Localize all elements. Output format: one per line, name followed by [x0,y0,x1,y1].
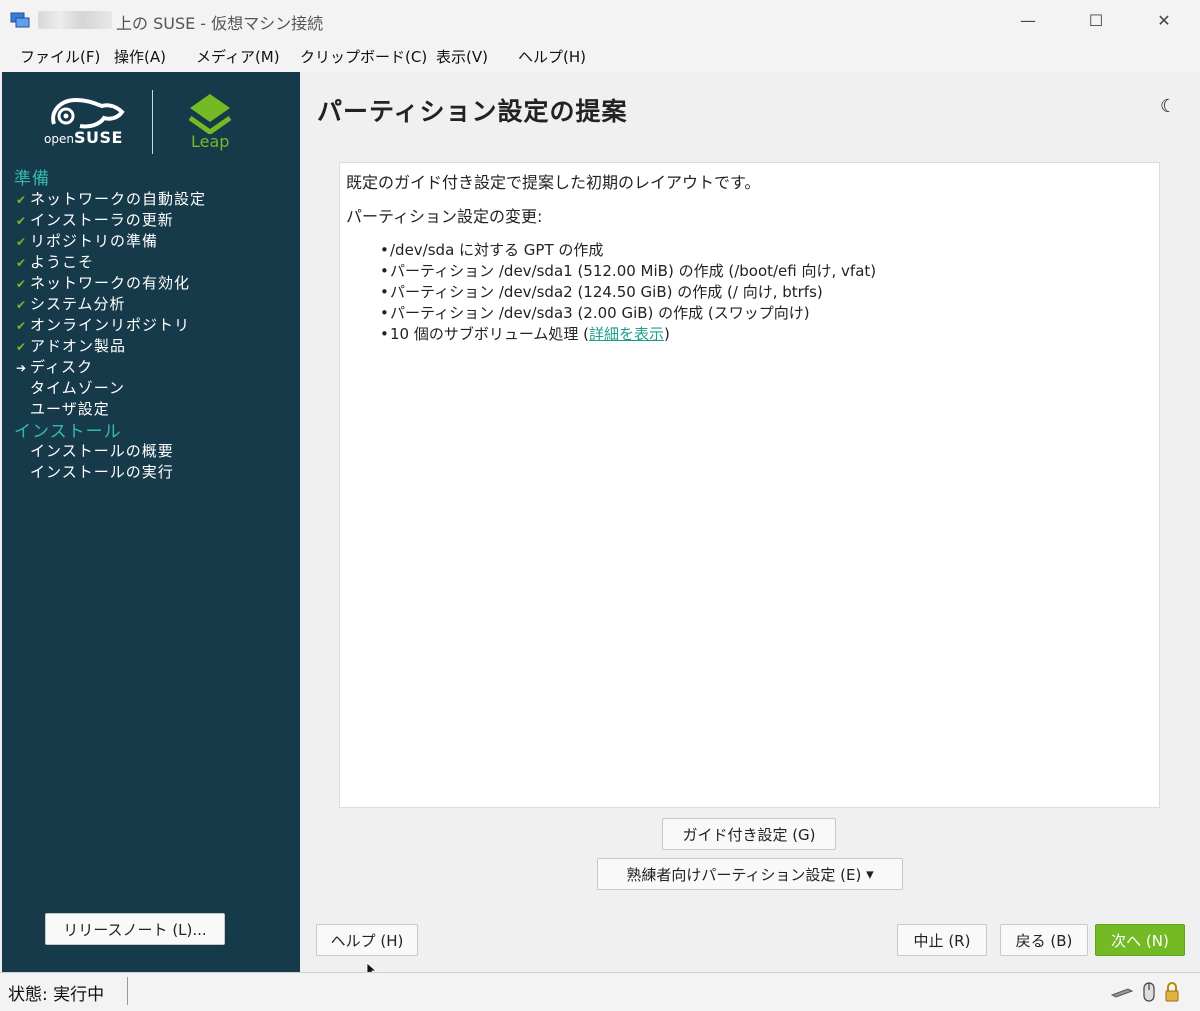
menu-view[interactable]: 表示(V) [436,46,488,67]
section-heading-prepare: 準備 [14,169,50,189]
status-bar: 状態: 実行中 [0,972,1200,1011]
minimize-button[interactable]: — [998,0,1058,40]
opensuse-chameleon-logo [51,97,125,129]
check-icon: ✔ [16,340,28,354]
menu-clipboard[interactable]: クリップボード(C) [300,46,427,67]
abort-button[interactable]: 中止 (R) [897,924,987,956]
status-text: 状態: 実行中 [8,985,105,1005]
check-icon: ✔ [16,319,28,333]
menu-media[interactable]: メディア(M) [196,46,280,67]
change-item: •パーティション /dev/sda1 (512.00 MiB) の作成 (/bo… [380,262,877,280]
menu-bar: ファイル(F) 操作(A) メディア(M) クリップボード(C) 表示(V) ヘ… [0,40,1200,72]
guided-setup-button[interactable]: ガイド付き設定 (G) [662,818,836,850]
help-button[interactable]: ヘルプ (H) [316,924,418,956]
page-title: パーティション設定の提案 [317,97,628,126]
menu-action[interactable]: 操作(A) [114,46,166,67]
changes-heading: パーティション設定の変更: [346,207,543,226]
check-icon: ✔ [16,298,28,312]
check-icon: ✔ [16,277,28,291]
check-icon: ✔ [16,235,28,249]
step-addon-products: ✔ アドオン製品 [16,337,127,355]
section-heading-install: インストール [14,422,122,442]
logo-divider [152,90,153,154]
step-install-run: インストールの実行 [30,463,174,481]
leap-logo-icon [188,94,232,134]
vm-connection-icon [10,12,30,28]
step-timezone: タイムゾーン [30,379,125,397]
theme-toggle-moon-icon[interactable]: ☾ [1160,96,1176,117]
step-network-auto: ✔ ネットワークの自動設定 [16,190,207,208]
back-button[interactable]: 戻る (B) [1000,924,1088,956]
check-icon: ✔ [16,214,28,228]
next-button[interactable]: 次へ (N) [1095,924,1185,956]
step-welcome: ✔ ようこそ [16,253,95,271]
proposal-panel: 既定のガイド付き設定で提案した初期のレイアウトです。 パーティション設定の変更:… [339,162,1160,808]
maximize-button[interactable]: ☐ [1066,0,1126,40]
menu-file[interactable]: ファイル(F) [20,46,100,67]
step-user-settings: ユーザ設定 [30,400,110,418]
opensuse-wordmark: openSUSE [44,128,123,147]
change-item-subvolumes: •10 個のサブボリューム処理 (詳細を表示) [380,325,670,343]
window-title: 上の SUSE - 仮想マシン接続 [116,14,324,33]
arrow-right-icon: ➔ [16,361,28,375]
check-icon: ✔ [16,256,28,270]
change-item: •パーティション /dev/sda3 (2.00 GiB) の作成 (スワップ向… [380,304,810,322]
step-online-repo: ✔ オンラインリポジトリ [16,316,191,334]
release-notes-button[interactable]: リリースノート (L)... [45,913,225,945]
status-divider [127,977,128,1005]
close-button[interactable]: ✕ [1134,0,1194,40]
step-installer-update: ✔ インストーラの更新 [16,211,174,229]
vm-name-redacted [38,11,112,29]
leap-wordmark: Leap [191,132,230,151]
change-item: •パーティション /dev/sda2 (124.50 GiB) の作成 (/ 向… [380,283,823,301]
keyboard-icon [1110,988,1134,998]
show-details-link[interactable]: 詳細を表示 [589,325,664,343]
dropdown-arrow-icon: ▾ [866,865,874,883]
window-titlebar: 上の SUSE - 仮想マシン接続 — ☐ ✕ [0,0,1200,40]
change-item: •/dev/sda に対する GPT の作成 [380,241,604,259]
menu-help[interactable]: ヘルプ(H) [518,46,586,67]
lock-icon [1165,982,1179,1002]
expert-partitioner-button[interactable]: 熟練者向けパーティション設定 (E) ▾ [597,858,903,890]
installer-sidebar: openSUSE Leap 準備 ✔ ネットワークの自動設定 ✔ インストーラの更新… [0,72,300,972]
proposal-intro: 既定のガイド付き設定で提案した初期のレイアウトです。 [346,173,761,192]
step-install-overview: インストールの概要 [30,442,174,460]
step-disk-current: ➔ ディスク [16,358,93,376]
step-system-analysis: ✔ システム分析 [16,295,126,313]
check-icon: ✔ [16,193,28,207]
mouse-icon [1143,982,1155,1002]
step-network-enable: ✔ ネットワークの有効化 [16,274,191,292]
step-repo-prep: ✔ リポジトリの準備 [16,232,159,250]
